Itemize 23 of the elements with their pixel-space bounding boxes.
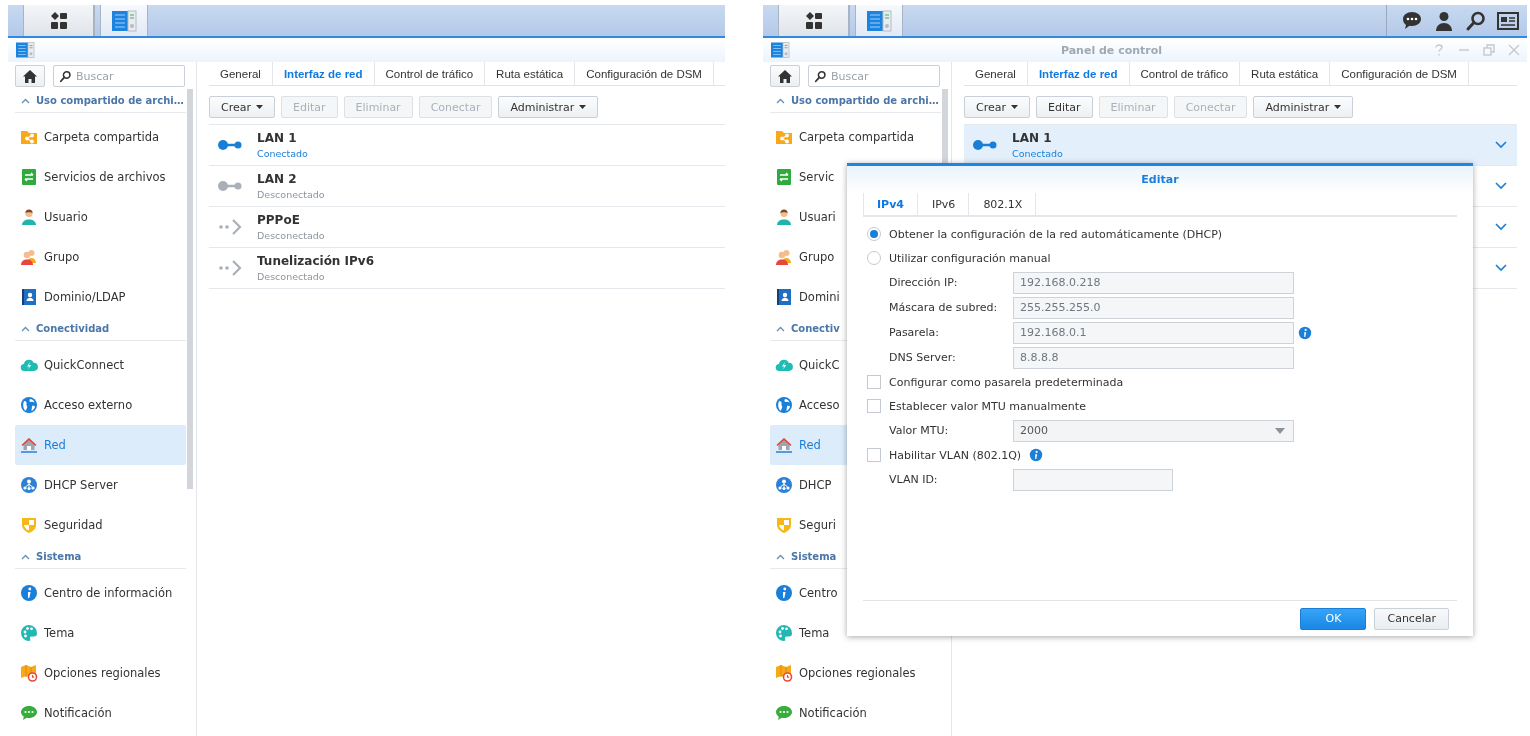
dialog-title: Editar	[847, 166, 1473, 193]
interface-name: Tunelización IPv6	[257, 254, 376, 268]
field-label: Valor MTU:	[889, 424, 950, 437]
interface-status: Desconectado	[257, 271, 326, 282]
field-label: Pasarela:	[889, 326, 940, 339]
interface-name: LAN 2	[257, 172, 298, 186]
checkbox-label: Establecer valor MTU manualmente	[889, 399, 1086, 413]
interface-status: Conectado	[1012, 148, 1064, 159]
interface-name: LAN 1	[257, 131, 298, 145]
interface-name: LAN 1	[1012, 131, 1053, 145]
field-label: Máscara de subred:	[889, 301, 999, 314]
radio-label: Utilizar configuración manual	[889, 251, 1051, 265]
field-label: VLAN ID:	[889, 473, 939, 486]
checkbox-label: Habilitar VLAN (802.1Q)	[889, 448, 1022, 462]
window-title: Panel de control	[1059, 43, 1164, 57]
radio-label: Obtener la configuración de la red automáticamente (DHCP)	[889, 227, 1223, 241]
interface-name: PPPoE	[257, 213, 301, 227]
interface-status: Desconectado	[257, 230, 326, 241]
field-label: Dirección IP:	[889, 276, 959, 289]
field-label: DNS Server:	[889, 351, 957, 364]
interface-status: Conectado	[257, 148, 309, 159]
checkbox-label: Configurar como pasarela predeterminada	[889, 375, 1124, 389]
interface-status: Desconectado	[257, 189, 326, 200]
